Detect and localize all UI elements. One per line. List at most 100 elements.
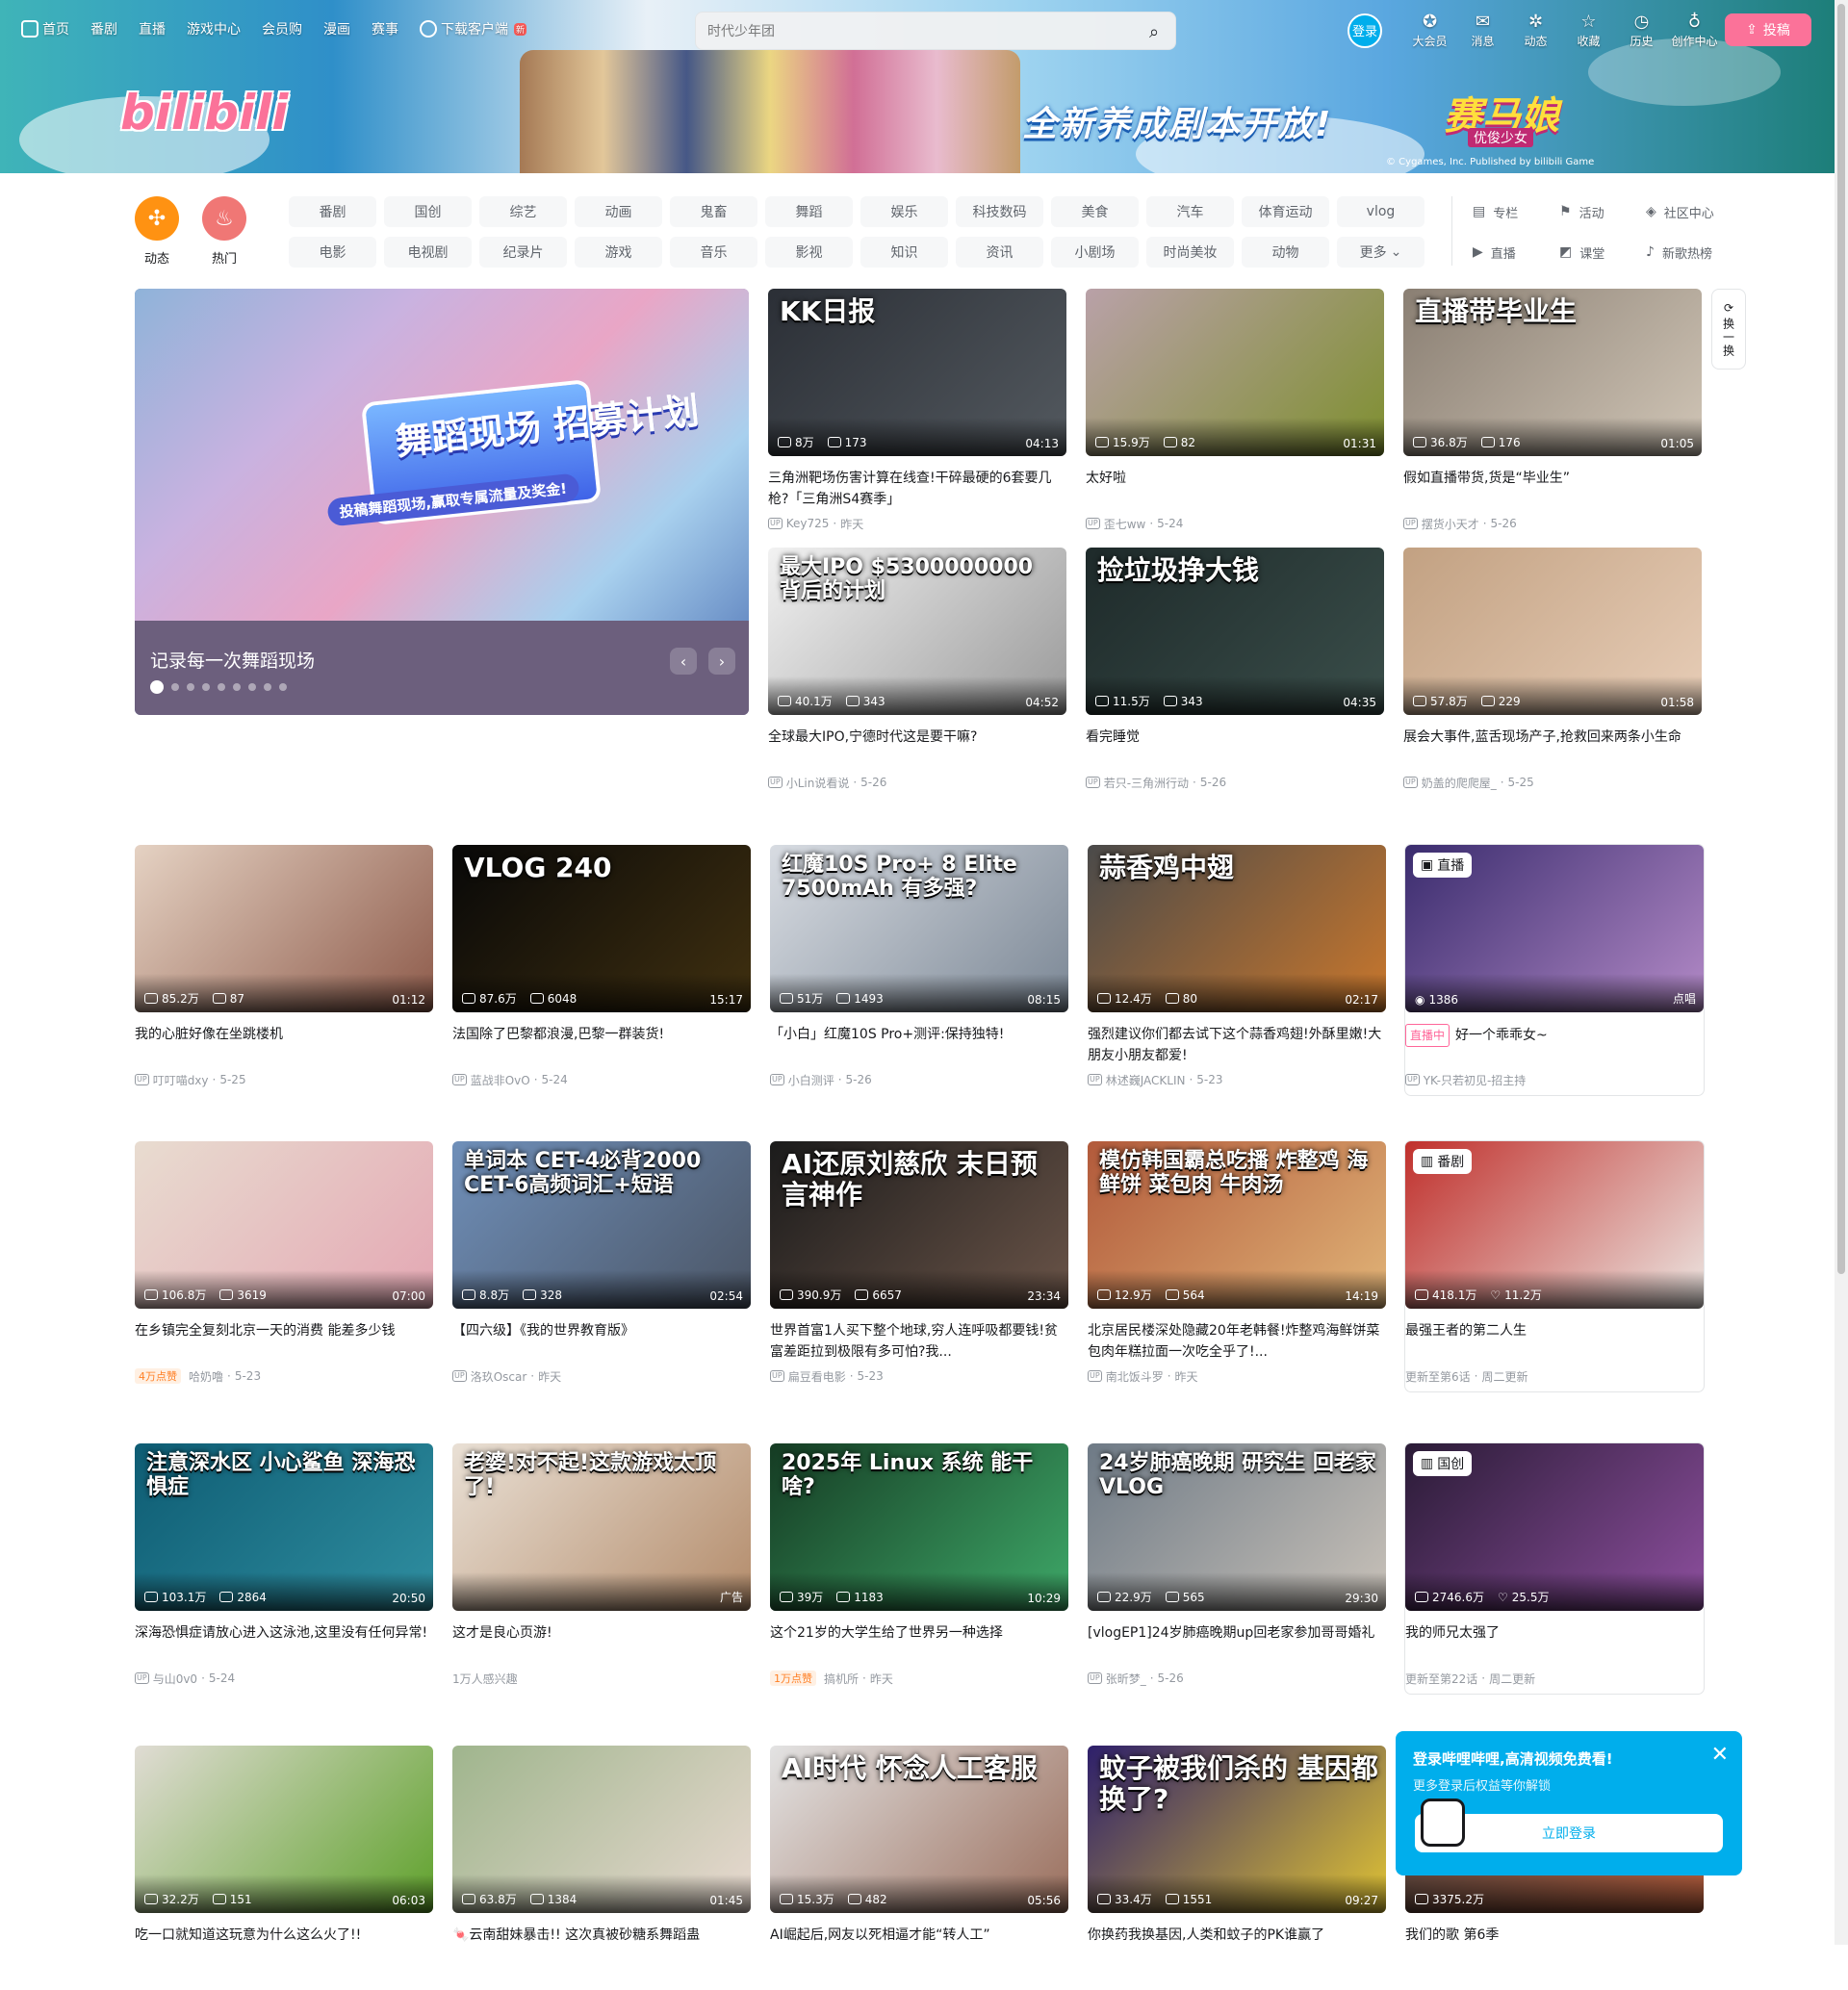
channel-row2-11[interactable]: 更多 ⌄ <box>1337 237 1424 268</box>
carousel-dot[interactable] <box>150 680 164 694</box>
nav-item-4[interactable]: 会员购 <box>262 19 302 38</box>
channel-link-3[interactable]: ▶ 直播 <box>1473 237 1559 268</box>
nav-right-5[interactable]: ♁ 创作中心 <box>1668 12 1721 49</box>
nav-right-2[interactable]: ✲ 动态 <box>1509 12 1562 49</box>
video-thumbnail[interactable]: ▥ 国创 2746.6万 ♡ 25.5万 <box>1405 1443 1704 1611</box>
carousel-dot[interactable] <box>171 683 179 691</box>
channel-row1-3[interactable]: 动画 <box>575 196 662 227</box>
video-card[interactable]: 57.8万 229 01:58 展会大事件,蓝舌现场产子,抢救回来两条小生命 UP 奶盖的… <box>1403 548 1702 792</box>
video-title[interactable]: 「小白」红魔10S Pro+测评:保持独特! <box>770 1024 1068 1066</box>
nav-right-4[interactable]: ◷ 历史 <box>1615 12 1668 49</box>
video-title[interactable]: [vlogEP1]24岁肺癌晚期up回老家参加哥哥婚礼 <box>1088 1622 1386 1665</box>
channel-link-0[interactable]: ▤ 专栏 <box>1473 196 1559 227</box>
search-bar[interactable]: ⌕ <box>695 12 1176 50</box>
video-thumbnail[interactable]: AI还原刘慈欣 末日预言神作 390.9万 6657 23:34 <box>770 1141 1068 1309</box>
video-thumbnail[interactable]: 模仿韩国霸总吃播 炸整鸡 海鲜饼 菜包肉 牛肉汤 12.9万 564 14:19 <box>1088 1141 1386 1309</box>
video-thumbnail[interactable]: 24岁肺癌晚期 研究生 回老家 VLOG 22.9万 565 29:30 <box>1088 1443 1386 1611</box>
channel-dynamic[interactable]: ✣ 动态 <box>135 196 179 267</box>
video-author[interactable]: 南北饭斗罗 <box>1106 1368 1164 1385</box>
video-author[interactable]: 小白测评 <box>788 1072 834 1088</box>
video-author[interactable]: Key725 <box>786 517 830 530</box>
channel-link-5[interactable]: ♪ 新歌热榜 <box>1646 237 1732 268</box>
nav-item-0[interactable]: 首页 <box>21 19 69 38</box>
video-author[interactable]: 洛玖Oscar <box>471 1368 527 1385</box>
video-thumbnail[interactable]: 红魔10S Pro+ 8 Elite 7500mAh 有多强? 51万 1493 08… <box>770 845 1068 1012</box>
carousel-prev-button[interactable]: ‹ <box>670 648 697 675</box>
video-card[interactable]: KK日报 8万 173 04:13 三角洲靶场伤害计算在线查!干碎最硬的6套要几枪?「三… <box>768 289 1066 533</box>
carousel-dot[interactable] <box>279 683 287 691</box>
channel-row1-7[interactable]: 科技数码 <box>956 196 1043 227</box>
channel-row2-7[interactable]: 资讯 <box>956 237 1043 268</box>
video-title[interactable]: 北京居民楼深处隐藏20年老韩餐!炸整鸡海鲜饼菜包肉年糕拉面一次吃全乎了!... <box>1088 1320 1386 1363</box>
video-card[interactable]: 最大IPO $5300000000 背后的计划 40.1万 343 04:52 全球最大… <box>768 548 1066 792</box>
video-title[interactable]: 你换药我换基因,人类和蚊子的PK谁赢了 <box>1088 1925 1386 1967</box>
video-title[interactable]: 这才是良心页游! <box>452 1622 751 1665</box>
channel-row1-0[interactable]: 番剧 <box>289 196 376 227</box>
video-card[interactable]: 捡垃圾挣大钱 11.5万 343 04:35 看完睡觉 UP 若只-三角洲行动 · 5-26 <box>1086 548 1384 792</box>
video-thumbnail[interactable]: 最大IPO $5300000000 背后的计划 40.1万 343 04:52 <box>768 548 1066 715</box>
video-card[interactable]: 注意深水区 小心鲨鱼 深海恐惧症 103.1万 2864 20:50 深海恐惧症请放心进… <box>135 1443 433 1688</box>
video-card[interactable]: 85.2万 87 01:12 我的心脏好像在坐跳楼机 UP 叮叮喵dxy · 5-25 <box>135 845 433 1089</box>
nav-right-1[interactable]: ✉ 消息 <box>1456 12 1509 49</box>
video-thumbnail[interactable]: 106.8万 3619 07:00 <box>135 1141 433 1309</box>
carousel-image[interactable]: 舞蹈现场 招募计划 投稿舞蹈现场,赢取专属流量及奖金! <box>135 289 749 621</box>
channel-row1-5[interactable]: 舞蹈 <box>765 196 853 227</box>
video-thumbnail[interactable]: 32.2万 151 06:03 <box>135 1746 433 1913</box>
video-title[interactable]: 吃一口就知道这玩意为什么这么火了!! <box>135 1925 433 1967</box>
refresh-button[interactable]: ⟳ 换一换 <box>1711 289 1746 370</box>
video-card[interactable]: 模仿韩国霸总吃播 炸整鸡 海鲜饼 菜包肉 牛肉汤 12.9万 564 14:19 北京居… <box>1088 1141 1386 1386</box>
upload-button[interactable]: ⇪ 投稿 <box>1725 13 1811 46</box>
video-thumbnail[interactable]: 蒜香鸡中翅 12.4万 80 02:17 <box>1088 845 1386 1012</box>
video-title[interactable]: 强烈建议你们都去试下这个蒜香鸡翅!外酥里嫩!大朋友小朋友都爱! <box>1088 1024 1386 1066</box>
channel-row2-1[interactable]: 电视剧 <box>384 237 472 268</box>
video-card[interactable]: VLOG 240 87.6万 6048 15:17 法国除了巴黎都浪漫,巴黎一群装货! U… <box>452 845 751 1089</box>
video-title[interactable]: 🍬云南甜妹暴击!! 这次真被砂糖系舞蹈蛊 <box>452 1925 751 1967</box>
video-thumbnail[interactable]: 直播带毕业生 36.8万 176 01:05 <box>1403 289 1702 456</box>
carousel-dot[interactable] <box>202 683 210 691</box>
video-card[interactable]: 直播带毕业生 36.8万 176 01:05 假如直播带货,货是“毕业生” UP 摆货小天才… <box>1403 289 1702 533</box>
channel-row2-8[interactable]: 小剧场 <box>1051 237 1139 268</box>
carousel-dot[interactable] <box>218 683 225 691</box>
video-title[interactable]: 这个21岁的大学生给了世界另一种选择 <box>770 1622 1068 1665</box>
video-title[interactable]: 看完睡觉 <box>1086 727 1384 769</box>
channel-row2-4[interactable]: 音乐 <box>670 237 757 268</box>
carousel-dot[interactable] <box>187 683 194 691</box>
carousel-dot[interactable] <box>264 683 271 691</box>
video-title[interactable]: 假如直播带货,货是“毕业生” <box>1403 468 1702 510</box>
channel-row2-6[interactable]: 知识 <box>860 237 948 268</box>
video-title[interactable]: 在乡镇完全复刻北京一天的消费 能差多少钱 <box>135 1320 433 1363</box>
video-title[interactable]: 深海恐惧症请放心进入这泳池,这里没有任何异常! <box>135 1622 433 1665</box>
video-title[interactable]: 【四六级】《我的世界教育版》 <box>452 1320 751 1363</box>
video-card[interactable]: 32.2万 151 06:03 吃一口就知道这玩意为什么这么火了!! <box>135 1746 433 1990</box>
channel-link-1[interactable]: ⚑ 活动 <box>1559 196 1646 227</box>
carousel-title[interactable]: 记录每一次舞蹈现场 <box>150 647 315 673</box>
channel-row2-2[interactable]: 纪录片 <box>479 237 567 268</box>
video-card[interactable]: 单词本 CET-4必背2000 CET-6高频词汇+短语 8.8万 328 02:54… <box>452 1141 751 1386</box>
video-author[interactable]: YK-只若初见-招主持 <box>1424 1072 1527 1088</box>
close-icon[interactable]: ✕ <box>1711 1743 1729 1767</box>
nav-item-3[interactable]: 游戏中心 <box>187 19 241 38</box>
video-card[interactable]: 蚊子被我们杀的 基因都换了? 33.4万 1551 09:27 你换药我换基因,人类和蚊… <box>1088 1746 1386 1990</box>
video-card[interactable]: 15.9万 82 01:31 太好啦 UP 歪七ww · 5-24 <box>1086 289 1384 533</box>
bilibili-logo[interactable]: bilibili <box>120 85 288 140</box>
ad-card[interactable]: 老婆!对不起!这款游戏太顶了! 广告 这才是良心页游! 1万人感兴趣 <box>452 1443 751 1688</box>
channel-row2-10[interactable]: 动物 <box>1242 237 1329 268</box>
video-author[interactable]: 歪七ww <box>1104 516 1146 532</box>
channel-row2-9[interactable]: 时尚美妆 <box>1146 237 1234 268</box>
nav-item-7[interactable]: 下载客户端新 <box>420 19 527 38</box>
video-author[interactable]: 与山0v0 <box>153 1671 197 1687</box>
video-thumbnail[interactable]: 85.2万 87 01:12 <box>135 845 433 1012</box>
nav-right-3[interactable]: ☆ 收藏 <box>1562 12 1615 49</box>
video-thumbnail[interactable]: 单词本 CET-4必背2000 CET-6高频词汇+短语 8.8万 328 02:54 <box>452 1141 751 1309</box>
nav-item-1[interactable]: 番剧 <box>90 19 117 38</box>
channel-row1-1[interactable]: 国创 <box>384 196 472 227</box>
nav-item-6[interactable]: 赛事 <box>372 19 398 38</box>
video-thumbnail[interactable]: AI时代 怀念人工客服 15.3万 482 05:56 <box>770 1746 1068 1913</box>
video-author[interactable]: 摆货小天才 <box>1422 516 1479 532</box>
nav-item-5[interactable]: 漫画 <box>323 19 350 38</box>
carousel-next-button[interactable]: › <box>708 648 735 675</box>
video-thumbnail[interactable]: 57.8万 229 01:58 <box>1403 548 1702 715</box>
carousel-dot[interactable] <box>233 683 241 691</box>
channel-link-4[interactable]: ◩ 课堂 <box>1559 237 1646 268</box>
video-card[interactable]: 106.8万 3619 07:00 在乡镇完全复刻北京一天的消费 能差多少钱 4万点赞哈… <box>135 1141 433 1386</box>
